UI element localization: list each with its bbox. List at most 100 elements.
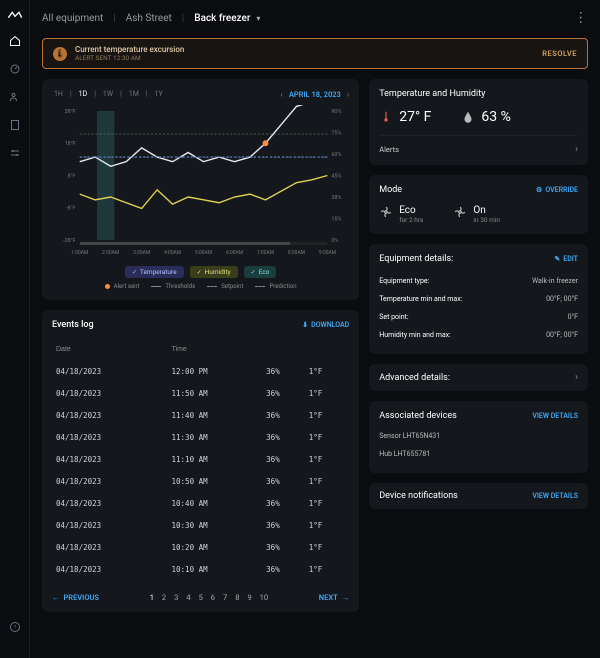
nav-doc-icon[interactable] xyxy=(8,118,22,132)
droplet-icon xyxy=(461,110,475,124)
table-row[interactable]: 04/18/202310:10 AM36%1°F xyxy=(54,559,347,579)
table-row[interactable]: 04/18/202310:20 AM36%1°F xyxy=(54,537,347,557)
date-prev-icon[interactable]: ‹ xyxy=(280,90,282,99)
chevron-down-icon: ▾ xyxy=(256,14,260,23)
app-sidebar: ? xyxy=(0,0,30,658)
page-number[interactable]: 6 xyxy=(211,593,215,602)
page-number[interactable]: 9 xyxy=(247,593,251,602)
legend-eco[interactable]: ✓Eco xyxy=(244,266,277,278)
table-row[interactable]: 04/18/202311:10 AM36%1°F xyxy=(54,449,347,469)
range-1d[interactable]: 1D xyxy=(77,89,90,99)
svg-text:45%: 45% xyxy=(331,173,341,179)
chart-area[interactable]: 28°F18°F8°F-8°F-28°F90%75%60%45%38%15%0%… xyxy=(52,105,349,260)
alert-banner: 🌡 Current temperature excursion ALERT SE… xyxy=(42,38,588,69)
svg-text:8:00AM: 8:00AM xyxy=(288,250,305,256)
prev-page-button[interactable]: ← PREVIOUS xyxy=(52,593,99,602)
range-1m[interactable]: 1M xyxy=(127,89,141,99)
table-row[interactable]: 04/18/202311:50 AM36%1°F xyxy=(54,383,347,403)
range-1y[interactable]: 1Y xyxy=(153,89,165,99)
nav-gauge-icon[interactable] xyxy=(8,62,22,76)
table-row[interactable]: 04/18/202311:40 AM36%1°F xyxy=(54,405,347,425)
nav-home-icon[interactable] xyxy=(8,34,22,48)
table-row[interactable]: 04/18/202312:00 PM36%1°F xyxy=(54,361,347,381)
edit-button[interactable]: ✎ EDIT xyxy=(554,255,578,263)
advanced-details-card[interactable]: Advanced details: › xyxy=(369,364,588,391)
equipment-row: Temperature min and max:00°F; 00°F xyxy=(379,290,578,308)
crumb-current[interactable]: Back freezer ▾ xyxy=(194,13,260,24)
svg-text:3:00AM: 3:00AM xyxy=(133,250,150,256)
assoc-title: Associated devices xyxy=(379,411,457,421)
legend-humidity[interactable]: ✓Humidity xyxy=(190,266,238,278)
mode-on-label: On xyxy=(473,205,500,216)
thermometer-icon xyxy=(379,110,393,124)
nav-settings-icon[interactable] xyxy=(8,146,22,160)
legend-alert-sent: Alert sent xyxy=(114,283,140,290)
mode-eco-label: Eco xyxy=(399,205,423,216)
page-number[interactable]: 5 xyxy=(199,593,203,602)
svg-text:2:00AM: 2:00AM xyxy=(102,250,119,256)
page-number[interactable]: 10 xyxy=(260,593,268,602)
table-col-header xyxy=(307,342,348,359)
temp-humidity-card: Temperature and Humidity 27° F 63 % xyxy=(369,79,588,165)
advanced-title: Advanced details: xyxy=(379,373,450,383)
page-number[interactable]: 2 xyxy=(162,593,166,602)
nav-users-icon[interactable] xyxy=(8,90,22,104)
chart-legend-line: Alert sent Thresholds Setpoint Predictio… xyxy=(52,283,349,290)
page-number[interactable]: 1 xyxy=(150,593,154,602)
alerts-link[interactable]: Alerts › xyxy=(379,135,578,155)
svg-text:38%: 38% xyxy=(331,195,341,201)
temp-value: 27° F xyxy=(399,109,431,125)
legend-thresholds: Thresholds xyxy=(165,283,195,290)
equipment-row: Set point:0°F xyxy=(379,308,578,326)
legend-temperature[interactable]: ✓Temperature xyxy=(125,266,184,278)
events-title: Events log xyxy=(52,320,94,330)
svg-text:9:00AM: 9:00AM xyxy=(319,250,336,256)
svg-text:6:00AM: 6:00AM xyxy=(226,250,243,256)
svg-text:-28°F: -28°F xyxy=(63,238,76,244)
page-number[interactable]: 4 xyxy=(186,593,190,602)
resolve-button[interactable]: RESOLVE xyxy=(542,49,577,58)
crumb-loc[interactable]: Ash Street xyxy=(126,13,172,24)
associated-device-item[interactable]: Sensor LHT65N431 xyxy=(379,427,578,445)
crumb-sep: | xyxy=(182,13,184,24)
page-number[interactable]: 3 xyxy=(174,593,178,602)
page-number[interactable]: 7 xyxy=(223,593,227,602)
table-row[interactable]: 04/18/202310:40 AM36%1°F xyxy=(54,493,347,513)
alert-title: Current temperature excursion xyxy=(75,45,184,54)
equipment-title: Equipment details: xyxy=(379,254,453,264)
table-row[interactable]: 04/18/202310:50 AM36%1°F xyxy=(54,471,347,491)
alert-subtitle: ALERT SENT 12:30 AM xyxy=(75,54,184,62)
nav-help-icon[interactable]: ? xyxy=(8,620,22,634)
pagination: ← PREVIOUS 123456789 10 NEXT → xyxy=(52,593,349,602)
page-number[interactable]: 8 xyxy=(235,593,239,602)
override-button[interactable]: ⚙ OVERRIDE xyxy=(536,186,578,194)
associated-device-item[interactable]: Hub LHT655781 xyxy=(379,445,578,463)
svg-text:8°F: 8°F xyxy=(68,173,76,179)
legend-prediction: Prediction xyxy=(269,283,296,290)
date-next-icon[interactable]: › xyxy=(347,90,349,99)
svg-text:4:00AM: 4:00AM xyxy=(164,250,181,256)
more-menu-icon[interactable]: ⋯ xyxy=(573,11,589,26)
crumb-sep: | xyxy=(113,13,115,24)
gear-icon: ⚙ xyxy=(536,186,542,194)
download-button[interactable]: ⬇ DOWNLOAD xyxy=(302,321,349,329)
main-area: All equipment | Ash Street | Back freeze… xyxy=(30,0,600,658)
events-table: DateTime 04/18/202312:00 PM36%1°F04/18/2… xyxy=(52,340,349,581)
table-row[interactable]: 04/18/202311:30 AM36%1°F xyxy=(54,427,347,447)
svg-text:18°F: 18°F xyxy=(65,141,76,147)
chart-date[interactable]: APRIL 18, 2023 xyxy=(289,90,341,99)
events-log-card: Events log ⬇ DOWNLOAD DateTime 04/18/202… xyxy=(42,310,359,612)
fan-icon xyxy=(453,205,467,219)
range-1h[interactable]: 1H xyxy=(52,89,65,99)
view-details-button[interactable]: VIEW DETAILS xyxy=(532,412,578,420)
table-col-header: Date xyxy=(54,342,168,359)
crumb-root[interactable]: All equipment xyxy=(42,13,103,24)
app-logo-icon xyxy=(7,10,23,20)
table-row[interactable]: 04/18/202310:30 AM36%1°F xyxy=(54,515,347,535)
view-details-button[interactable]: VIEW DETAILS xyxy=(532,492,578,500)
range-1w[interactable]: 1W xyxy=(101,89,115,99)
equipment-details-card: Equipment details: ✎ EDIT Equipment type… xyxy=(369,244,588,354)
next-page-button[interactable]: NEXT → xyxy=(319,593,349,602)
mode-eco-sub: for 2 hrs xyxy=(399,216,423,224)
equipment-row: Humidity min and max:00°F; 00°F xyxy=(379,326,578,344)
